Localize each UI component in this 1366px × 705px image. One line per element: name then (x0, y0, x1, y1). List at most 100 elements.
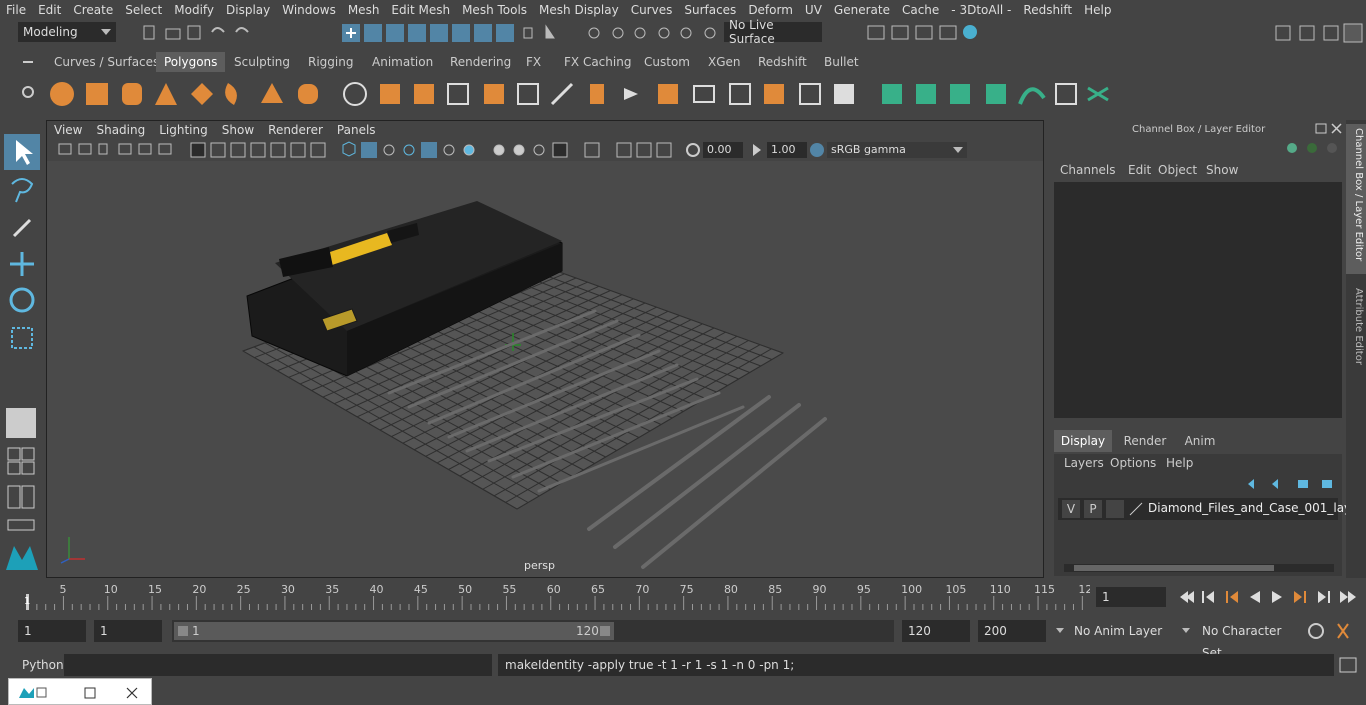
menu-help[interactable]: Help (1078, 3, 1117, 17)
scale-tool-icon[interactable] (6, 322, 38, 354)
shelf-tab-xgen[interactable]: XGen (700, 52, 749, 72)
gamma-field[interactable]: 1.00 (767, 142, 807, 158)
shelf-tab-bullet[interactable]: Bullet (816, 52, 867, 72)
shelf-tab-fx-caching[interactable]: FX Caching (556, 52, 639, 72)
channel-box-icons[interactable] (1286, 140, 1340, 156)
menu-cache[interactable]: Cache (896, 3, 945, 17)
anim-prefs-icons[interactable] (1306, 620, 1356, 642)
range-slider-bar[interactable]: 1 120 (174, 622, 614, 640)
character-set-dropdown[interactable]: No Character Set (1178, 620, 1298, 660)
menu-file[interactable]: File (0, 3, 32, 17)
shelf-tab-sculpting[interactable]: Sculpting (226, 52, 298, 72)
layer-row[interactable]: V P Diamond_Files_and_Case_001_layer (1058, 498, 1363, 520)
layer-name[interactable]: Diamond_Files_and_Case_001_layer (1148, 501, 1363, 515)
menu-layers[interactable]: Layers (1064, 456, 1104, 470)
select-tool-button[interactable] (4, 134, 40, 170)
layer-scrollbar-thumb[interactable] (1074, 565, 1274, 571)
panel-window-icons[interactable] (1314, 122, 1344, 136)
window-controls[interactable] (15, 684, 147, 702)
range-start-handle[interactable] (178, 626, 188, 636)
menu-show[interactable]: Show (1206, 163, 1238, 177)
menu-curves[interactable]: Curves (625, 3, 679, 17)
menu-windows[interactable]: Windows (276, 3, 342, 17)
viewport-menu-renderer[interactable]: Renderer (261, 123, 330, 137)
command-result-field[interactable]: makeIdentity -apply true -t 1 -r 1 -s 1 … (498, 654, 1334, 676)
viewport-menu-panels[interactable]: Panels (330, 123, 383, 137)
menu-select[interactable]: Select (119, 3, 168, 17)
menu-object[interactable]: Object (1158, 163, 1197, 177)
menu-edit-mesh[interactable]: Edit Mesh (385, 3, 456, 17)
viewport-menu-lighting[interactable]: Lighting (152, 123, 215, 137)
shelf-tab-rigging[interactable]: Rigging (300, 52, 361, 72)
layer-playback-toggle[interactable]: P (1084, 500, 1102, 518)
shelf-tab-custom[interactable]: Custom (636, 52, 698, 72)
menu-surfaces[interactable]: Surfaces (678, 3, 742, 17)
tab-anim[interactable]: Anim (1174, 430, 1226, 452)
layer-color-icon[interactable] (1128, 501, 1144, 517)
menu-3dtoall[interactable]: - 3DtoAll - (945, 3, 1017, 17)
menu-generate[interactable]: Generate (828, 3, 896, 17)
workspace-icons[interactable] (1270, 22, 1366, 44)
tab-attribute-editor[interactable]: Attribute Editor (1346, 284, 1366, 380)
menu-options[interactable]: Options (1110, 456, 1156, 470)
script-editor-icon[interactable] (1338, 656, 1358, 674)
layer-reference-toggle[interactable] (1106, 500, 1124, 518)
layer-action-icons[interactable] (1244, 476, 1336, 492)
command-input[interactable] (64, 654, 492, 676)
paint-tool-icon[interactable] (6, 210, 38, 242)
scene-start-field[interactable]: 1 (18, 620, 86, 642)
shelf-tab-redshift[interactable]: Redshift (750, 52, 815, 72)
snap-toggle-icon[interactable] (6, 408, 36, 438)
render-icons[interactable] (860, 22, 1000, 44)
scene-end-field[interactable]: 200 (978, 620, 1046, 642)
move-tool-icon[interactable] (6, 248, 38, 280)
lasso-tool-icon[interactable] (6, 174, 38, 206)
color-space-dropdown[interactable]: sRGB gamma (827, 142, 967, 158)
shelf-tab-rendering[interactable]: Rendering (442, 52, 519, 72)
command-language-label[interactable]: Python (22, 658, 64, 672)
range-end-handle[interactable] (600, 626, 610, 636)
menu-deform[interactable]: Deform (742, 3, 799, 17)
gear-icon[interactable] (20, 84, 36, 100)
color-management-icon[interactable] (809, 142, 825, 158)
menu-uv[interactable]: UV (799, 3, 828, 17)
3d-scene[interactable]: persp (47, 161, 1043, 577)
menu-mesh-tools[interactable]: Mesh Tools (456, 3, 533, 17)
menu-help[interactable]: Help (1166, 456, 1193, 470)
menu-modify[interactable]: Modify (168, 3, 220, 17)
mode-selector[interactable]: Modeling (18, 22, 116, 42)
exposure-icon[interactable] (685, 142, 701, 158)
time-slider[interactable]: 5 10 15 20 25 30 35 40 45 50 55 60 65 70 75 80 85 90 95 100… (18, 582, 1090, 612)
exposure-field[interactable]: 0.00 (703, 142, 743, 158)
viewport-menu-shading[interactable]: Shading (89, 123, 152, 137)
shelf-tool-icons[interactable] (46, 78, 1366, 118)
shelf-menu-icon[interactable] (20, 54, 36, 70)
viewport-tool-icons[interactable] (57, 141, 687, 159)
shelf-tab-polygons[interactable]: Polygons (156, 52, 226, 72)
menu-redshift[interactable]: Redshift (1017, 3, 1078, 17)
shelf-tab-animation[interactable]: Animation (364, 52, 441, 72)
channel-list-area[interactable] (1054, 182, 1342, 418)
layer-visibility-toggle[interactable]: V (1062, 500, 1080, 518)
tab-channel-box[interactable]: Channel Box / Layer Editor (1346, 124, 1366, 274)
menu-display[interactable]: Display (220, 3, 276, 17)
range-slider[interactable]: 1 120 (172, 620, 894, 642)
menu-edit[interactable]: Edit (32, 3, 67, 17)
shelf-tab-fx[interactable]: FX (518, 52, 549, 72)
playback-start-field[interactable]: 1 (94, 620, 162, 642)
shelf-tab-curves-surfaces[interactable]: Curves / Surfaces (46, 52, 167, 72)
viewport-menu-show[interactable]: Show (215, 123, 261, 137)
layer-scrollbar[interactable] (1064, 564, 1334, 572)
status-line-icons[interactable] (128, 22, 768, 44)
viewport-menu-view[interactable]: View (47, 123, 89, 137)
scene-render[interactable]: persp (47, 161, 1043, 577)
playback-end-field[interactable]: 120 (902, 620, 970, 642)
live-surface-field[interactable]: No Live Surface (724, 18, 822, 46)
tab-render[interactable]: Render (1116, 430, 1174, 452)
rotate-tool-icon[interactable] (6, 284, 38, 316)
playback-controls[interactable] (1172, 587, 1362, 607)
tab-display[interactable]: Display (1054, 430, 1112, 452)
menu-mesh[interactable]: Mesh (342, 3, 386, 17)
menu-edit[interactable]: Edit (1128, 163, 1151, 177)
menu-create[interactable]: Create (67, 3, 119, 17)
